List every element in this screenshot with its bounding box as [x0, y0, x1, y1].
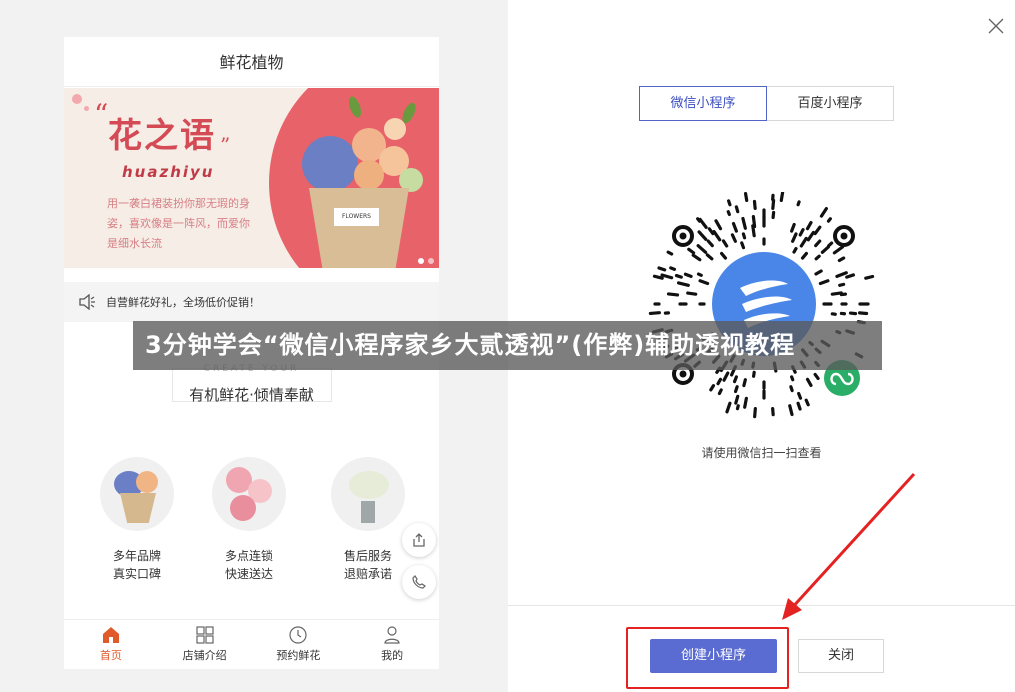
close-button[interactable]: 关闭 — [798, 639, 884, 673]
feature-image — [212, 457, 286, 531]
speaker-icon — [79, 294, 95, 310]
share-button[interactable] — [402, 523, 436, 557]
feature-item[interactable]: 售后服务 退赔承诺 — [328, 457, 408, 583]
carousel-dot[interactable] — [428, 258, 434, 264]
deco-dot — [84, 106, 89, 111]
rose — [354, 160, 384, 190]
platform-switch: 微信小程序 百度小程序 — [639, 86, 894, 121]
share-icon — [413, 533, 425, 547]
feature-item[interactable]: 多年品牌 真实口碑 — [97, 457, 177, 583]
user-icon — [384, 626, 400, 644]
create-miniprogram-button[interactable]: 创建小程序 — [650, 639, 777, 673]
tab-bar: 首页 店铺介绍 预约鲜花 我的 — [64, 619, 439, 669]
carousel-dot[interactable] — [418, 258, 424, 264]
annotation-arrow — [782, 472, 916, 620]
tab-reserve[interactable]: 预约鲜花 — [252, 620, 346, 669]
banner-desc: 用一袭白裙装扮你那无瑕的身姿，喜欢像是一阵风，而爱你是细水长流 — [107, 197, 250, 250]
promo-banner[interactable]: “ 花之语 ” huazhiyu 用一袭白裙装扮你那无瑕的身姿，喜欢像是一阵风，… — [64, 88, 439, 268]
scan-hint: 请使用微信扫一扫查看 — [701, 446, 822, 460]
bouquet-wrap — [309, 188, 409, 268]
tab-home[interactable]: 首页 — [64, 620, 158, 669]
page-title: 鲜花植物 — [64, 37, 439, 87]
feature-label: 多年品牌 真实口碑 — [112, 549, 161, 581]
clock-icon — [289, 626, 307, 644]
deco-dot — [72, 94, 82, 104]
footer-divider — [508, 605, 1015, 606]
tab-store-intro[interactable]: 店铺介绍 — [158, 620, 252, 669]
tab-baidu-miniprogram[interactable]: 百度小程序 — [767, 86, 894, 121]
tab-wechat-miniprogram[interactable]: 微信小程序 — [639, 86, 767, 121]
phone-icon — [412, 575, 426, 589]
hydrangea — [302, 136, 358, 192]
bouquet-tag: FLOWERS — [334, 208, 379, 226]
notice-bar[interactable]: 自营鲜花好礼，全场低价促销！ — [64, 282, 439, 322]
phone-call-button[interactable] — [402, 565, 436, 599]
feature-label: 多点连锁 快速送达 — [224, 549, 273, 581]
notice-text: 自营鲜花好礼，全场低价促销！ — [106, 296, 260, 309]
miniprogram-qr-code — [648, 192, 875, 419]
feature-label: 售后服务 退赔承诺 — [343, 549, 392, 581]
video-title-overlay: 3分钟学会“微信小程序家乡大贰透视”(作弊)辅助透视教程 — [133, 321, 882, 370]
close-icon[interactable] — [986, 16, 1006, 36]
home-icon — [102, 627, 119, 643]
brand-pinyin: huazhiyu — [122, 163, 215, 181]
rose — [384, 118, 406, 140]
brand-logo: 花之语 — [108, 116, 216, 156]
tab-mine[interactable]: 我的 — [345, 620, 439, 669]
grid-icon — [196, 626, 214, 644]
feature-image — [100, 457, 174, 531]
feature-image — [331, 457, 405, 531]
section-title: 有机鲜花·倾情奉献 — [189, 386, 314, 404]
feature-item[interactable]: 多点连锁 快速送达 — [209, 457, 289, 583]
